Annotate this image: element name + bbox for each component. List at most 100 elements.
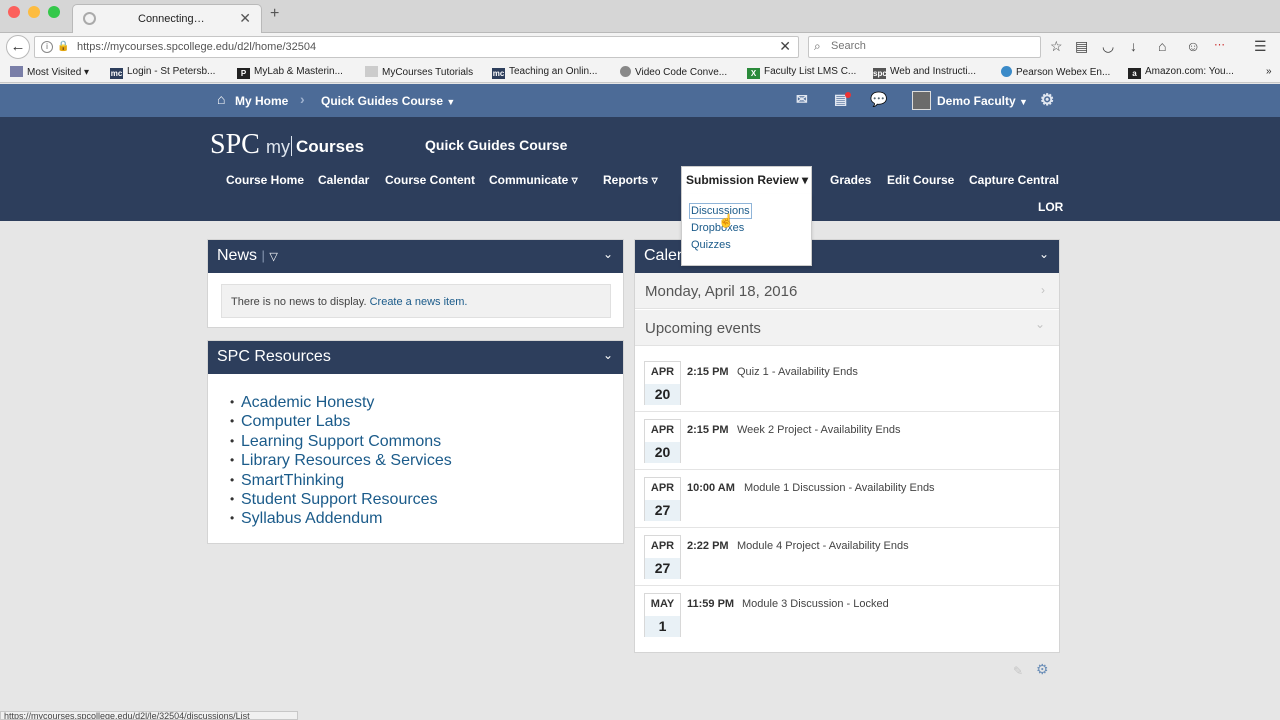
- resource-link[interactable]: Syllabus Addendum: [230, 509, 452, 529]
- nav-course-home[interactable]: Course Home: [226, 173, 304, 187]
- news-options-icon[interactable]: ▽: [269, 251, 277, 263]
- stop-loading-icon[interactable]: ✕: [779, 38, 791, 55]
- nav-calendar[interactable]: Calendar: [318, 173, 369, 187]
- search-box[interactable]: ⌕: [808, 36, 1041, 58]
- event-item[interactable]: APR 27 10:00 AM Module 1 Discussion - Av…: [635, 470, 1059, 528]
- event-title[interactable]: Quiz 1 - Availability Ends: [737, 366, 858, 378]
- nav-capture-central[interactable]: Capture Central: [969, 173, 1059, 187]
- news-widget: News | ▽ ⌄ There is no news to display. …: [207, 239, 624, 328]
- chevron-right-icon: ›: [300, 91, 305, 107]
- resource-link[interactable]: Library Resources & Services: [230, 451, 452, 471]
- nav-reports[interactable]: Reports ▿: [603, 173, 658, 187]
- create-news-link[interactable]: Create a news item.: [370, 296, 468, 308]
- resource-link[interactable]: Computer Labs: [230, 412, 452, 432]
- bookmarks-overflow-icon[interactable]: »: [1266, 66, 1272, 77]
- extension-icon[interactable]: ⋯: [1214, 38, 1225, 51]
- chevron-down-icon[interactable]: ⌄: [603, 348, 613, 362]
- bookmark-label: Most Visited ▾: [27, 67, 90, 78]
- nav-communicate[interactable]: Communicate ▿: [489, 173, 578, 187]
- event-title[interactable]: Week 2 Project - Availability Ends: [737, 424, 900, 436]
- info-icon[interactable]: i: [41, 41, 53, 53]
- date-tile: APR 20: [644, 361, 681, 405]
- search-icon: ⌕: [814, 39, 821, 53]
- chevron-down-icon[interactable]: ⌄: [603, 247, 613, 261]
- new-tab-icon[interactable]: +: [270, 5, 279, 23]
- course-selector-label: Quick Guides Course: [321, 94, 444, 108]
- browser-tab[interactable]: Connecting… ✕: [72, 4, 262, 33]
- nav-grades[interactable]: Grades: [830, 173, 871, 187]
- bookmark-item[interactable]: Pearson Webex En...: [1001, 66, 1110, 78]
- resource-link[interactable]: Learning Support Commons: [230, 432, 452, 452]
- bookmark-item[interactable]: spc Web and Instructi...: [873, 66, 976, 79]
- divider: |: [261, 248, 265, 263]
- bookmark-item[interactable]: P MyLab & Masterin...: [237, 66, 343, 79]
- calendar-date-row[interactable]: Monday, April 18, 2016 ›: [635, 273, 1059, 309]
- event-time: 10:00 AM: [687, 482, 735, 494]
- my-home-link[interactable]: My Home: [235, 94, 288, 108]
- url-text: https://mycourses.spcollege.edu/d2l/home…: [77, 41, 317, 53]
- browser-tab-bar: Connecting… ✕ +: [0, 0, 1280, 33]
- logo-spc[interactable]: SPC: [210, 129, 260, 161]
- bookmark-item[interactable]: MyCourses Tutorials: [365, 66, 473, 78]
- event-time: 11:59 PM: [687, 598, 735, 610]
- minimize-window-button[interactable]: [28, 6, 40, 18]
- bookmark-item[interactable]: Video Code Conve...: [620, 66, 727, 78]
- bookmark-favicon-icon: [620, 66, 631, 77]
- chevron-down-icon: ⌄: [1034, 317, 1045, 331]
- bookmark-item[interactable]: mc Teaching an Onlin...: [492, 66, 597, 79]
- subscription-alerts-icon[interactable]: 💬: [870, 91, 887, 108]
- reading-list-icon[interactable]: ▤: [1075, 38, 1088, 55]
- event-item[interactable]: MAY 1 11:59 PM Module 3 Discussion - Loc…: [635, 586, 1059, 644]
- nav-edit-course[interactable]: Edit Course: [887, 173, 954, 187]
- event-title[interactable]: Module 3 Discussion - Locked: [742, 598, 889, 610]
- news-empty-message: There is no news to display. Create a ne…: [221, 284, 611, 318]
- event-title[interactable]: Module 1 Discussion - Availability Ends: [744, 482, 935, 494]
- address-bar[interactable]: i 🔒 https://mycourses.spcollege.edu/d2l/…: [34, 36, 799, 58]
- bookmark-item[interactable]: mc Login - St Petersb...: [110, 66, 215, 79]
- user-menu[interactable]: Demo Faculty ▼: [937, 94, 1028, 108]
- event-day: 1: [645, 616, 680, 637]
- close-tab-icon[interactable]: ✕: [239, 10, 251, 27]
- bookmark-label: Login - St Petersb...: [127, 66, 216, 77]
- upcoming-events-label: Upcoming events: [645, 320, 761, 337]
- hand-cursor-icon: ☝: [718, 213, 735, 228]
- upcoming-events-row[interactable]: Upcoming events ⌄: [635, 310, 1059, 346]
- emoji-icon[interactable]: ☺: [1186, 38, 1200, 54]
- pocket-icon[interactable]: ◡: [1102, 38, 1114, 55]
- nav-course-content[interactable]: Course Content: [385, 173, 475, 187]
- bookmark-item[interactable]: a Amazon.com: You...: [1128, 66, 1234, 79]
- submission-review-menu: Discussions Dropboxes Quizzes: [681, 194, 812, 266]
- resource-link[interactable]: Student Support Resources: [230, 490, 452, 510]
- home-icon[interactable]: ⌂: [217, 91, 225, 107]
- bookmark-item[interactable]: X Faculty List LMS C...: [747, 66, 856, 79]
- customize-homepage-icon[interactable]: ⚙: [1036, 661, 1049, 678]
- menu-item-quizzes[interactable]: Quizzes: [691, 239, 731, 251]
- event-item[interactable]: APR 20 2:15 PM Week 2 Project - Availabi…: [635, 412, 1059, 470]
- back-button[interactable]: ←: [6, 35, 30, 59]
- resource-link[interactable]: Academic Honesty: [230, 393, 452, 413]
- course-selector[interactable]: Quick Guides Course ▼: [321, 94, 455, 108]
- gear-icon[interactable]: ⚙: [1040, 90, 1054, 110]
- event-item[interactable]: APR 27 2:22 PM Module 4 Project - Availa…: [635, 528, 1059, 586]
- bookmark-item[interactable]: Most Visited ▾: [10, 66, 89, 78]
- close-window-button[interactable]: [8, 6, 20, 18]
- resource-link[interactable]: SmartThinking: [230, 471, 452, 491]
- nav-submission-review[interactable]: Submission Review ▾: [681, 166, 812, 194]
- home-icon[interactable]: ⌂: [1158, 38, 1166, 54]
- resources-widget-header: SPC Resources ⌄: [208, 341, 623, 374]
- maximize-window-button[interactable]: [48, 6, 60, 18]
- event-title[interactable]: Module 4 Project - Availability Ends: [737, 540, 909, 552]
- search-input[interactable]: [831, 40, 1031, 52]
- avatar[interactable]: [912, 91, 931, 110]
- user-name: Demo Faculty: [937, 94, 1016, 108]
- logo-courses: Courses: [296, 137, 365, 156]
- message-alerts-icon[interactable]: ✉: [796, 91, 808, 108]
- alert-dot: [845, 92, 851, 98]
- nav-lor[interactable]: LOR: [1038, 200, 1063, 214]
- download-icon[interactable]: ↓: [1130, 38, 1137, 54]
- menu-icon[interactable]: ☰: [1254, 38, 1267, 55]
- edit-homepage-icon[interactable]: ✎: [1013, 664, 1023, 678]
- bookmark-star-icon[interactable]: ☆: [1050, 38, 1063, 55]
- chevron-down-icon[interactable]: ⌄: [1039, 247, 1049, 261]
- event-item[interactable]: APR 20 2:15 PM Quiz 1 - Availability End…: [635, 354, 1059, 412]
